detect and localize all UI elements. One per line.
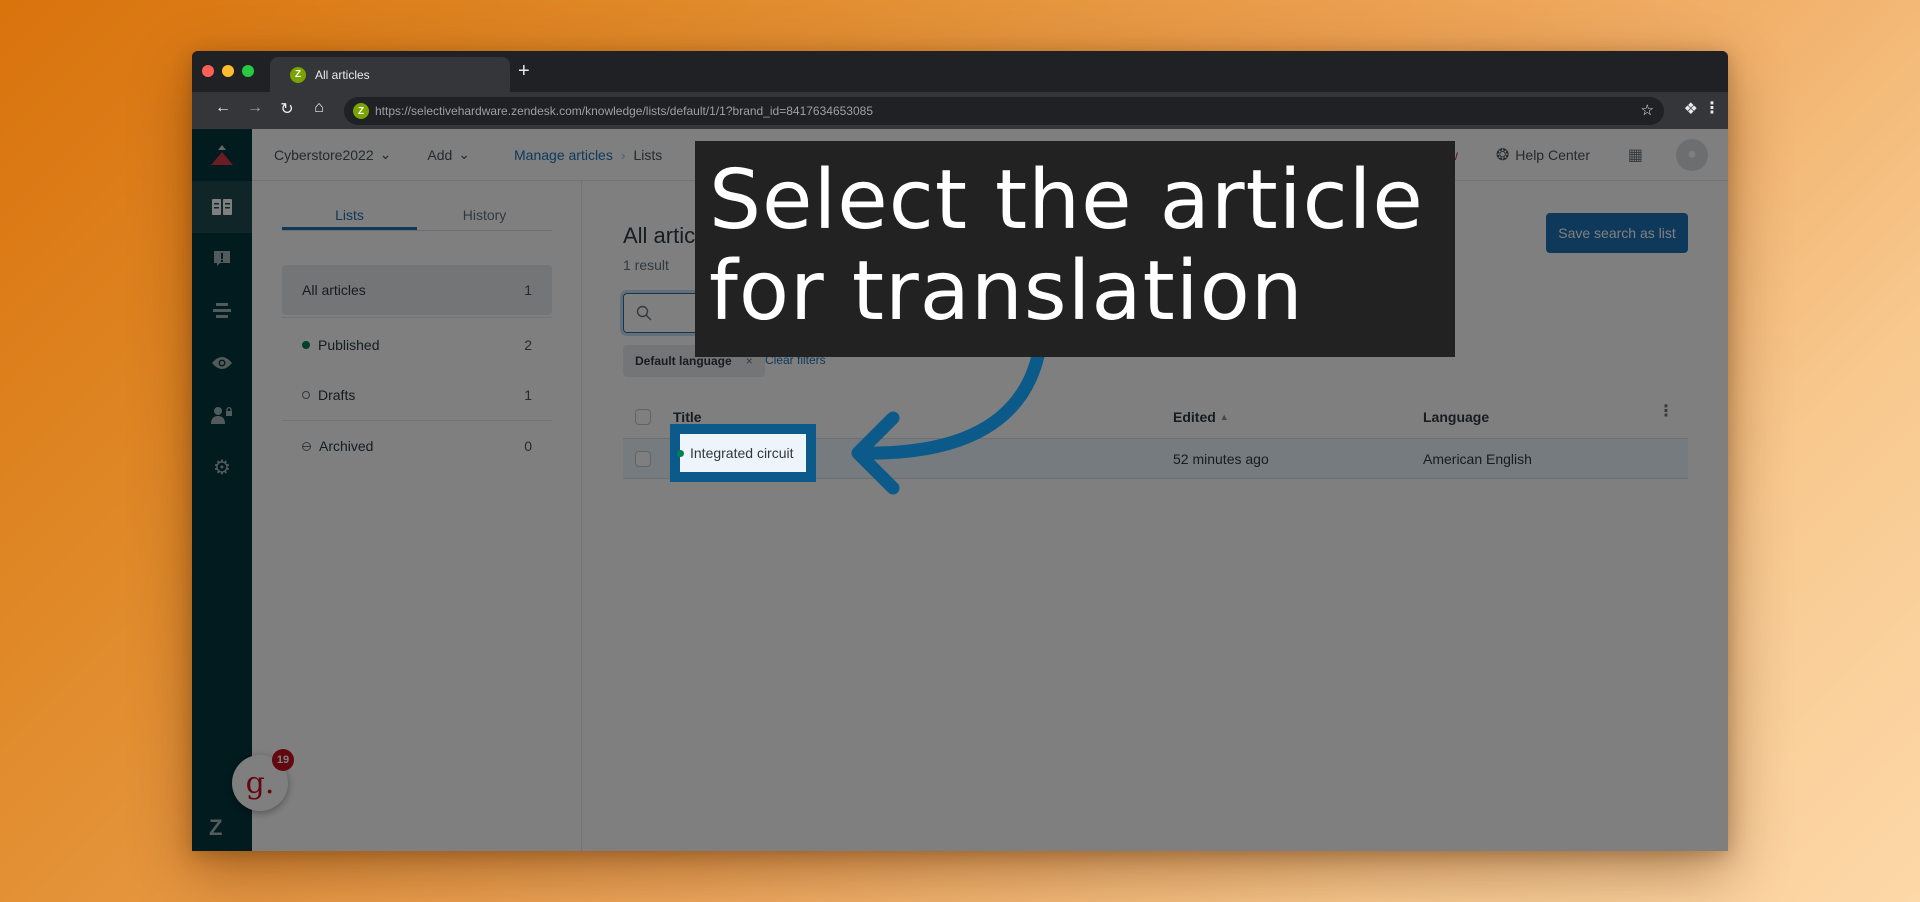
puzzle-icon[interactable]: ❖ bbox=[1684, 99, 1698, 119]
address-bar[interactable]: Z https://selectivehardware.zendesk.com/… bbox=[344, 97, 1664, 125]
browser-titlebar: Z All articles + bbox=[192, 51, 1728, 92]
tutorial-callout: Select the article for translation bbox=[695, 141, 1455, 357]
arrow-left-icon[interactable]: ← bbox=[212, 99, 234, 117]
zendesk-favicon-icon: Z bbox=[290, 66, 306, 83]
close-window-button[interactable] bbox=[202, 65, 214, 77]
browser-tab-all-articles[interactable]: Z All articles bbox=[270, 57, 510, 92]
arrow-right-icon[interactable]: → bbox=[244, 99, 266, 117]
kebab-menu-icon[interactable]: ⋮ bbox=[1704, 98, 1720, 118]
tab-title: All articles bbox=[315, 67, 370, 82]
published-status-icon bbox=[677, 449, 684, 457]
reload-icon[interactable]: ↻ bbox=[276, 99, 298, 119]
highlighted-title-text: Integrated circuit bbox=[690, 445, 794, 461]
callout-line-1: Select the article bbox=[709, 153, 1424, 248]
minimize-window-button[interactable] bbox=[222, 65, 234, 77]
star-icon[interactable]: ☆ bbox=[1641, 101, 1654, 119]
browser-toolbar: ← → ↻ ⌂ Z https://selectivehardware.zend… bbox=[192, 92, 1728, 129]
url-text[interactable]: https://selectivehardware.zendesk.com/kn… bbox=[375, 104, 873, 118]
highlighted-article-title[interactable]: Integrated circuit bbox=[677, 434, 806, 472]
zendesk-favicon-icon: Z bbox=[353, 103, 369, 119]
new-tab-button[interactable]: + bbox=[518, 60, 530, 82]
maximize-window-button[interactable] bbox=[242, 65, 254, 77]
highlight-target[interactable]: Integrated circuit bbox=[670, 424, 816, 482]
home-icon[interactable]: ⌂ bbox=[308, 99, 330, 117]
callout-line-2: for translation bbox=[709, 244, 1304, 339]
